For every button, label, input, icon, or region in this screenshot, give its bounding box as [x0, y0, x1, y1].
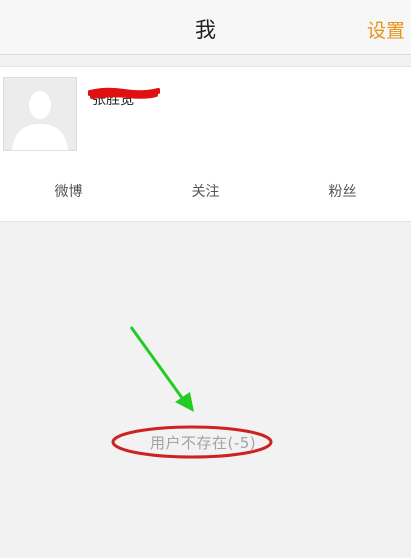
annotation-overlay: [111, 326, 273, 459]
annotation-arrow-line: [129, 326, 187, 403]
annotation-arrow-icon: [175, 392, 194, 412]
annotation-circle: [111, 425, 273, 459]
